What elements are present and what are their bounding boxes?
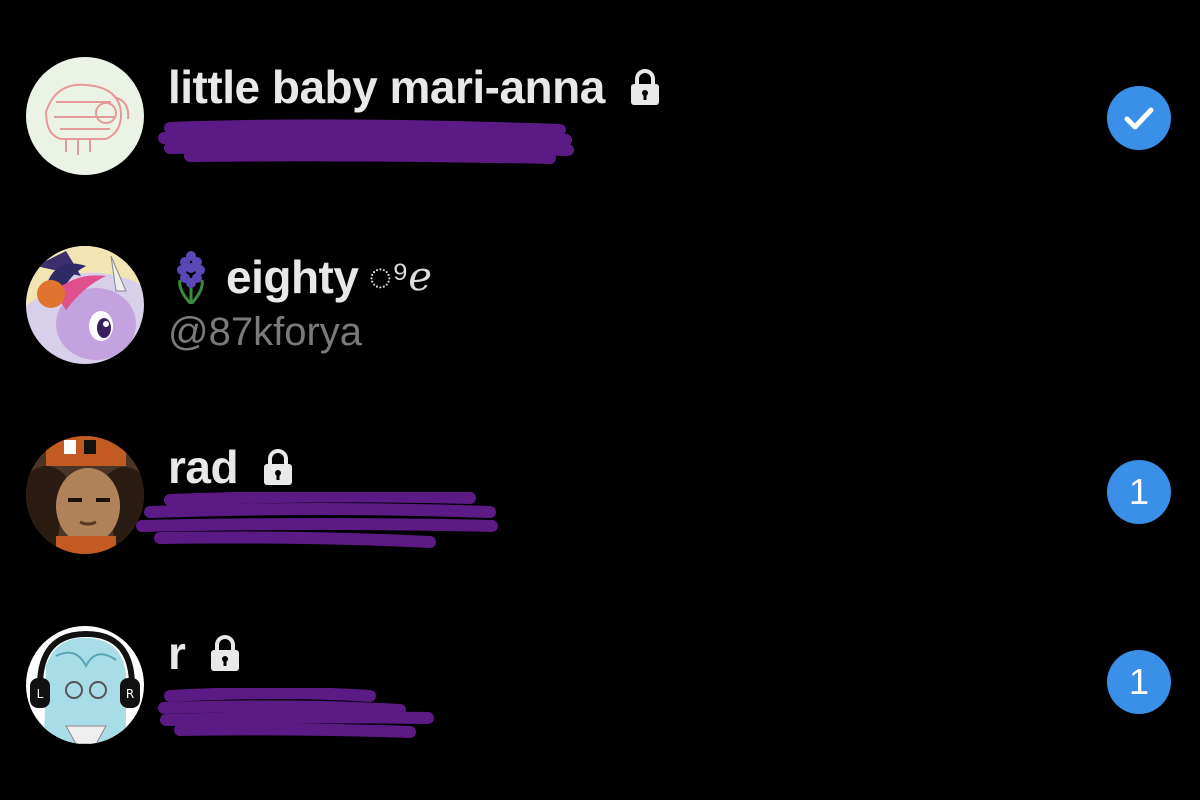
account-row-3[interactable]: rad 1 <box>0 380 1200 570</box>
account-row-2[interactable]: eighty ◌⁹ℯ @87kforya <box>0 190 1200 380</box>
hyacinth-emoji <box>168 250 214 304</box>
redaction-scribble <box>158 119 574 164</box>
account-row-4[interactable]: L R r 1 <box>0 570 1200 760</box>
redaction-scribble <box>158 688 434 738</box>
display-name-row: r <box>168 626 243 680</box>
avatar: L R <box>26 626 144 744</box>
display-name: eighty <box>226 251 359 303</box>
redaction-scribble <box>136 492 498 548</box>
display-name-row: rad <box>168 440 296 494</box>
display-name: little baby mari-anna <box>168 61 605 113</box>
unread-count-badge[interactable]: 1 <box>1107 460 1171 524</box>
avatar <box>26 436 144 554</box>
display-name-row: little baby mari-anna <box>168 60 663 114</box>
lock-icon <box>260 447 296 487</box>
account-row-1[interactable]: little baby mari-anna <box>0 0 1200 190</box>
checkmark-icon <box>1124 107 1154 130</box>
handle: @87kforya <box>168 310 363 354</box>
svg-text:L: L <box>37 687 44 701</box>
selected-check-badge[interactable] <box>1107 86 1171 150</box>
display-name: rad <box>168 441 239 493</box>
name-suffix: ◌⁹ℯ <box>368 255 432 299</box>
unread-count-badge[interactable]: 1 <box>1107 650 1171 714</box>
display-name-row: eighty ◌⁹ℯ <box>168 246 432 308</box>
avatar <box>26 57 144 175</box>
avatar <box>26 246 144 364</box>
lock-icon <box>627 67 663 107</box>
display-name: r <box>168 627 186 679</box>
lock-icon <box>207 633 243 673</box>
